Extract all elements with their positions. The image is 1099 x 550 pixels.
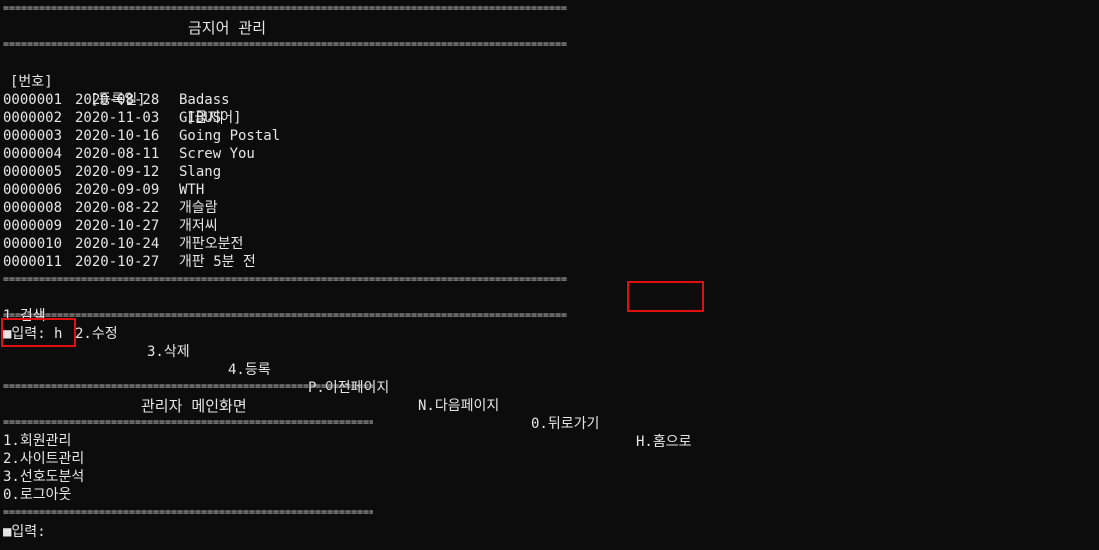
highlight-box: [627, 281, 704, 312]
divider: ========================================…: [3, 311, 568, 321]
menu-item-back[interactable]: 0.뒤로가기: [531, 415, 599, 433]
row-date: 2020-09-09: [75, 182, 160, 198]
divider: ========================================…: [3, 508, 373, 518]
column-header-number: [번호]: [10, 74, 53, 90]
menu-item-next-page[interactable]: N.다음페이지: [418, 397, 499, 415]
row-number: 0000002: [3, 110, 63, 126]
highlight-box: [1, 318, 76, 347]
menu-item-members[interactable]: 1.회원관리: [3, 432, 71, 450]
page-title: 금지어 관리: [188, 19, 267, 37]
page-title: 관리자 메인화면: [141, 397, 247, 415]
row-date: 2020-09-12: [75, 164, 160, 180]
divider: ========================================…: [3, 275, 568, 285]
menu-item-register[interactable]: 4.등록: [228, 361, 271, 379]
row-number: 0000005: [3, 164, 63, 180]
row-date: 2020-08-11: [75, 146, 160, 162]
input-prompt[interactable]: ■입력:: [3, 523, 46, 541]
row-word: GIBUS: [179, 110, 223, 126]
row-number: 0000010: [3, 236, 63, 252]
divider: ========================================…: [3, 418, 373, 428]
row-date: 2020-08-28: [75, 92, 160, 108]
row-word: Going Postal: [179, 128, 281, 144]
row-word: 개판 5분 전: [179, 254, 256, 270]
menu-item-home[interactable]: H.홈으로: [636, 433, 692, 451]
row-word: Badass: [179, 92, 230, 108]
menu-item-preference[interactable]: 3.선호도분석: [3, 468, 84, 486]
row-date: 2020-11-03: [75, 110, 160, 126]
row-number: 0000011: [3, 254, 63, 270]
row-date: 2020-10-27: [75, 254, 160, 270]
divider: ========================================…: [3, 382, 373, 392]
menu-item-delete[interactable]: 3.삭제: [147, 343, 190, 361]
row-word: 개저씨: [179, 218, 218, 234]
row-number: 0000009: [3, 218, 63, 234]
menu-item-edit[interactable]: 2.수정: [75, 325, 118, 343]
row-date: 2020-08-22: [75, 200, 160, 216]
menu-item-logout[interactable]: 0.로그아웃: [3, 486, 71, 504]
row-word: Screw You: [179, 146, 255, 162]
row-date: 2020-10-16: [75, 128, 160, 144]
row-word: WTH: [179, 182, 205, 198]
menu-item-site[interactable]: 2.사이트관리: [3, 450, 84, 468]
row-date: 2020-10-27: [75, 218, 160, 234]
divider: ========================================…: [3, 4, 568, 14]
row-date: 2020-10-24: [75, 236, 160, 252]
row-number: 0000006: [3, 182, 63, 198]
row-word: 개슬람: [179, 200, 218, 216]
row-word: Slang: [179, 164, 222, 180]
divider: ========================================…: [3, 40, 568, 50]
row-number: 0000008: [3, 200, 63, 216]
menu-bar: 1.검색 2.수정 3.삭제 4.등록 P.이전페이지 N.다음페이지 0.뒤로…: [3, 289, 692, 450]
text-cursor: [221, 111, 223, 124]
table-header: [번호] [등록일] [금지어]: [10, 55, 242, 126]
row-number: 0000001: [3, 92, 63, 108]
row-number: 0000003: [3, 128, 63, 144]
row-word: 개판오분전: [179, 236, 244, 252]
row-number: 0000004: [3, 146, 63, 162]
